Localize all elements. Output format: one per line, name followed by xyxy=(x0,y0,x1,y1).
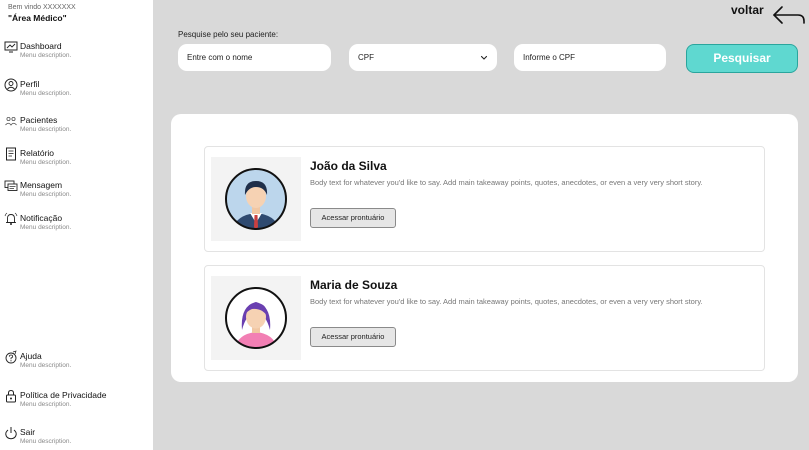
search-type-select[interactable]: CPF xyxy=(349,44,497,71)
sidebar-item-description: Menu description. xyxy=(20,126,72,133)
sidebar-item-privacy[interactable]: Política de Privacidade Menu description… xyxy=(4,389,149,413)
sidebar-item-label: Relatório xyxy=(20,148,55,158)
female-avatar-icon xyxy=(225,287,287,349)
patient-summary: Body text for whatever you'd like to say… xyxy=(310,297,703,306)
search-title: Pesquise pelo seu paciente: xyxy=(178,30,279,39)
sidebar-item-profile[interactable]: Perfil Menu description. xyxy=(4,78,149,102)
sidebar-item-description: Menu description. xyxy=(20,224,72,231)
patient-name: Maria de Souza xyxy=(310,278,398,292)
sidebar-item-description: Menu description. xyxy=(20,90,72,97)
profile-icon xyxy=(4,78,18,92)
male-avatar-icon xyxy=(225,168,287,230)
sidebar-item-description: Menu description. xyxy=(20,438,72,445)
message-icon xyxy=(4,179,18,193)
sidebar: Bem vindo XXXXXXX "Área Médico" Dashboar… xyxy=(0,0,153,450)
help-icon xyxy=(4,350,18,364)
sidebar-item-report[interactable]: Relatório Menu description. xyxy=(4,147,149,171)
patient-photo xyxy=(211,276,301,360)
dashboard-icon xyxy=(4,40,18,54)
chevron-down-icon xyxy=(480,55,488,60)
search-type-value: CPF xyxy=(358,53,374,62)
bell-icon xyxy=(4,212,18,226)
results-panel: João da Silva Body text for whatever you… xyxy=(171,114,798,382)
patient-card: Maria de Souza Body text for whatever yo… xyxy=(204,265,765,371)
sidebar-item-logout[interactable]: Sair Menu description. xyxy=(4,426,149,450)
sidebar-item-dashboard[interactable]: Dashboard Menu description. xyxy=(4,40,149,64)
patient-photo xyxy=(211,157,301,241)
patient-card: João da Silva Body text for whatever you… xyxy=(204,146,765,252)
arrow-left-icon[interactable] xyxy=(772,5,806,25)
sidebar-item-label: Ajuda xyxy=(20,351,42,361)
patient-summary: Body text for whatever you'd like to say… xyxy=(310,178,703,187)
sidebar-item-label: Pacientes xyxy=(20,115,58,125)
sidebar-item-help[interactable]: Ajuda Menu description. xyxy=(4,350,149,374)
sidebar-item-label: Política de Privacidade xyxy=(20,390,107,400)
open-record-button[interactable]: Acessar prontuário xyxy=(310,327,396,347)
open-record-button[interactable]: Acessar prontuário xyxy=(310,208,396,228)
sidebar-item-description: Menu description. xyxy=(20,191,72,198)
sidebar-item-patients[interactable]: Pacientes Menu description. xyxy=(4,114,149,138)
patient-name: João da Silva xyxy=(310,159,387,173)
name-search-input[interactable] xyxy=(178,44,331,71)
sidebar-item-message[interactable]: Mensagem Menu description. xyxy=(4,179,149,203)
lock-icon xyxy=(4,389,18,403)
patients-icon xyxy=(4,114,18,128)
sidebar-item-notification[interactable]: Notificação Menu description. xyxy=(4,212,149,236)
sidebar-item-label: Dashboard xyxy=(20,41,62,51)
search-button[interactable]: Pesquisar xyxy=(686,44,798,73)
report-icon xyxy=(4,147,18,161)
sidebar-item-description: Menu description. xyxy=(20,52,72,59)
cpf-input[interactable] xyxy=(514,44,666,71)
sidebar-item-label: Notificação xyxy=(20,213,63,223)
back-link[interactable]: voltar xyxy=(731,3,764,17)
power-icon xyxy=(4,426,18,440)
sidebar-item-description: Menu description. xyxy=(20,159,72,166)
sidebar-item-label: Perfil xyxy=(20,79,40,89)
area-label: "Área Médico" xyxy=(8,13,67,23)
sidebar-item-label: Mensagem xyxy=(20,180,63,190)
sidebar-item-description: Menu description. xyxy=(20,401,72,408)
welcome-text: Bem vindo XXXXXXX xyxy=(8,4,76,11)
sidebar-item-description: Menu description. xyxy=(20,362,72,369)
sidebar-item-label: Sair xyxy=(20,427,36,437)
